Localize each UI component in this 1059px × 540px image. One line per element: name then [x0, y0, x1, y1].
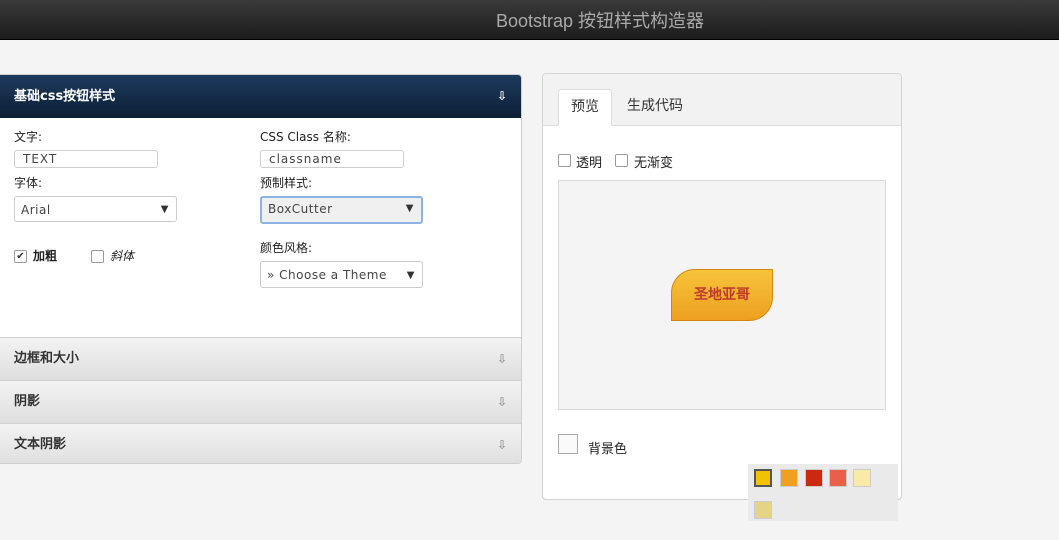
- section-basic-title: 基础css按钮样式: [14, 89, 116, 104]
- no-gradient-label: 无渐变: [634, 156, 674, 171]
- section-text-shadow-header[interactable]: 文本阴影 ⇩: [0, 423, 521, 463]
- theme-label: 颜色风格:: [260, 241, 313, 255]
- no-gradient-checkbox[interactable]: [615, 154, 628, 167]
- button-preview-area: 圣地亚哥: [558, 180, 886, 410]
- text-label: 文字:: [14, 130, 43, 144]
- italic-checkbox[interactable]: [91, 250, 104, 263]
- transparent-label: 透明: [576, 156, 603, 171]
- section-text-shadow-title: 文本阴影: [14, 437, 67, 452]
- color-swatch[interactable]: [805, 469, 823, 487]
- transparent-checkbox[interactable]: [558, 154, 571, 167]
- section-border-title: 边框和大小: [14, 351, 80, 366]
- section-basic-header[interactable]: 基础css按钮样式 ⇩: [0, 75, 521, 118]
- color-swatch[interactable]: [853, 469, 871, 487]
- font-select-value: Arial: [21, 203, 51, 217]
- section-shadow-title: 阴影: [14, 394, 41, 409]
- section-border-header[interactable]: 边框和大小 ⇩: [0, 337, 521, 380]
- css-class-label: CSS Class 名称:: [260, 130, 351, 144]
- font-label: 字体:: [14, 176, 43, 190]
- text-input[interactable]: TEXT: [14, 150, 158, 168]
- color-swatch[interactable]: [754, 469, 772, 487]
- section-shadow-header[interactable]: 阴影 ⇩: [0, 380, 521, 423]
- tab-strip: 预览 生成代码: [543, 74, 901, 126]
- tab-preview[interactable]: 预览: [558, 89, 612, 126]
- preset-select[interactable]: BoxCutter ▼: [260, 196, 423, 224]
- chevron-down-icon: ▼: [160, 204, 169, 215]
- preset-select-value: BoxCutter: [268, 202, 333, 216]
- expand-arrow-icon: ⇩: [496, 438, 507, 452]
- italic-label: 斜体: [110, 249, 135, 263]
- color-swatch[interactable]: [754, 501, 772, 519]
- preset-label: 预制样式:: [260, 176, 313, 190]
- tab-code[interactable]: 生成代码: [615, 89, 695, 125]
- style-accordion: 基础css按钮样式 ⇩ 文字: TEXT CSS Class 名称: class…: [0, 74, 522, 464]
- background-color-label: 背景色: [588, 442, 628, 457]
- bold-checkbox[interactable]: ✔: [14, 250, 27, 263]
- expand-arrow-icon: ⇩: [496, 352, 507, 366]
- chevron-down-icon: ▼: [406, 270, 415, 281]
- theme-select-value: » Choose a Theme: [267, 268, 387, 282]
- section-basic-body: 文字: TEXT CSS Class 名称: classname 字体: Ari…: [0, 118, 521, 337]
- app-title: Bootstrap 按钮样式构造器: [495, 11, 705, 31]
- color-swatch[interactable]: [780, 469, 798, 487]
- background-color-swatch[interactable]: [558, 434, 578, 454]
- collapse-arrow-icon: ⇩: [496, 89, 507, 103]
- preview-button[interactable]: 圣地亚哥: [671, 269, 773, 321]
- top-navbar: Bootstrap 按钮样式构造器: [0, 0, 1059, 40]
- color-palette: [748, 464, 898, 521]
- preview-panel: 预览 生成代码 透明 无渐变 圣地亚哥 背景色: [542, 73, 902, 500]
- font-select[interactable]: Arial ▼: [14, 196, 177, 222]
- expand-arrow-icon: ⇩: [496, 395, 507, 409]
- bold-label: 加粗: [33, 249, 58, 263]
- color-swatch[interactable]: [829, 469, 847, 487]
- chevron-down-icon: ▼: [405, 203, 414, 214]
- theme-select[interactable]: » Choose a Theme ▼: [260, 261, 423, 288]
- css-class-input[interactable]: classname: [260, 150, 404, 168]
